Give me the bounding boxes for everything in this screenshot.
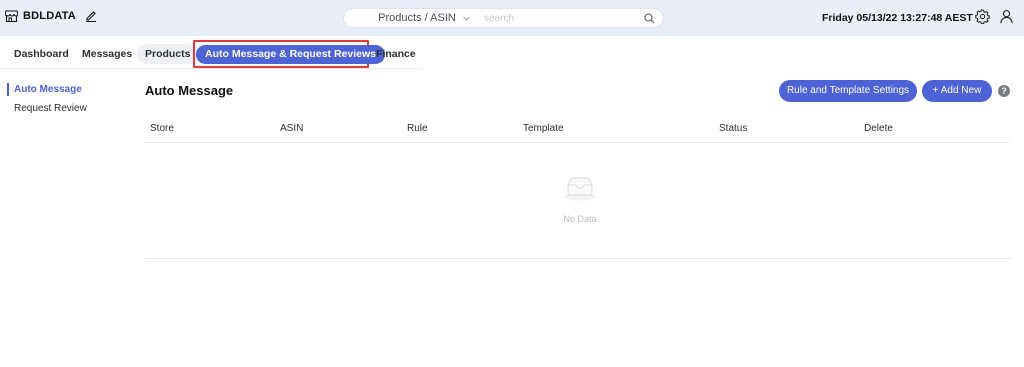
- inbox-icon: [545, 175, 615, 206]
- edit-icon[interactable]: [85, 10, 97, 22]
- sidebar: Auto Message Request Review: [0, 80, 120, 118]
- add-new-button[interactable]: + Add New: [922, 80, 992, 102]
- column-header-rule: Rule: [407, 123, 428, 134]
- table-header: Store ASIN Rule Template Status Delete: [145, 115, 1011, 143]
- tab-auto-message-request-reviews[interactable]: Auto Message & Request Reviews: [196, 45, 385, 64]
- user-icon[interactable]: [999, 9, 1014, 24]
- column-header-store: Store: [150, 123, 174, 134]
- brand[interactable]: BDLDATA: [5, 10, 97, 22]
- auto-message-table: Store ASIN Rule Template Status Delete N…: [145, 115, 1011, 259]
- tab-products[interactable]: Products: [137, 44, 199, 64]
- column-header-delete: Delete: [864, 123, 893, 134]
- tab-dashboard[interactable]: Dashboard: [6, 44, 77, 64]
- column-header-status: Status: [719, 123, 748, 134]
- column-header-template: Template: [523, 123, 564, 134]
- brand-name: BDLDATA: [23, 10, 76, 22]
- page-title: Auto Message: [145, 83, 234, 98]
- help-icon[interactable]: ?: [998, 85, 1010, 97]
- main-nav-tabs: Dashboard Messages Products Auto Message…: [0, 40, 423, 69]
- top-bar: BDLDATA Products / ASIN Friday 05/13/22 …: [0, 0, 1024, 36]
- current-datetime: Friday 05/13/22 13:27:48 AEST: [822, 12, 973, 24]
- search-bar: Products / ASIN: [343, 8, 664, 28]
- tab-finance[interactable]: Finance: [368, 44, 424, 64]
- empty-state-text: No Data: [563, 214, 597, 224]
- tab-messages[interactable]: Messages: [74, 44, 140, 64]
- rule-template-settings-button[interactable]: Rule and Template Settings: [779, 80, 917, 102]
- search-icon[interactable]: [644, 13, 655, 24]
- sidebar-item-auto-message[interactable]: Auto Message: [0, 80, 120, 99]
- gear-icon[interactable]: [975, 9, 990, 24]
- store-icon: [5, 10, 18, 22]
- empty-state: No Data: [545, 175, 615, 224]
- search-category-label: Products / ASIN: [378, 12, 456, 24]
- chevron-down-icon: [462, 14, 471, 23]
- sidebar-item-request-review[interactable]: Request Review: [0, 99, 120, 118]
- column-header-asin: ASIN: [280, 123, 304, 134]
- search-input[interactable]: [484, 12, 644, 24]
- search-category-select[interactable]: Products / ASIN: [344, 12, 478, 24]
